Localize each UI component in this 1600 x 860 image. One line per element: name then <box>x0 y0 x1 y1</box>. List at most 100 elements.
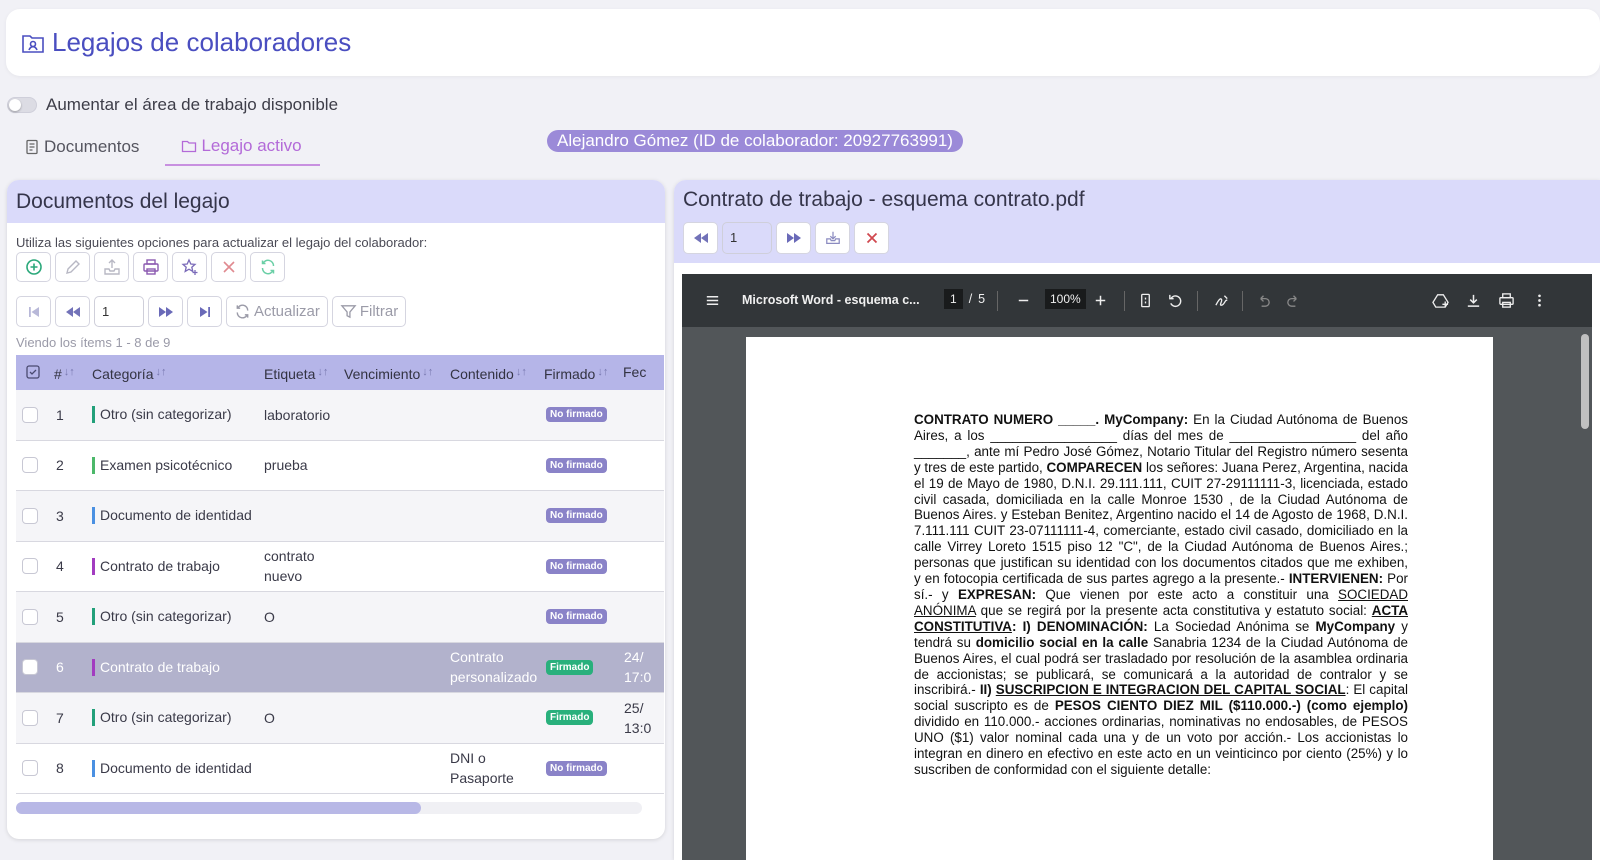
pdf-page-total: 5 <box>978 292 986 306</box>
pdf-vertical-scrollbar[interactable] <box>1581 334 1589 429</box>
row-category: Otro (sin categorizar) <box>92 608 231 626</box>
documents-table: # ↓↑ Categoría ↓↑ Etiqueta ↓↑ Vencimiento ↓↑… <box>16 355 664 794</box>
fit-page-icon[interactable] <box>1137 292 1154 309</box>
row-checkbox[interactable] <box>22 406 38 423</box>
row-category: Contrato de trabajo <box>92 658 220 676</box>
row-checkbox[interactable] <box>22 709 38 726</box>
col-signed-label: Firmado <box>544 366 596 382</box>
tab-legajo-activo[interactable]: Legajo activo <box>165 128 320 166</box>
menu-icon[interactable] <box>704 292 721 309</box>
sort-icon: ↓↑ <box>63 366 75 378</box>
tab-documentos[interactable]: Documentos <box>22 128 155 166</box>
table-row[interactable]: 1 Otro (sin categorizar) laboratorio No fir… <box>16 390 664 441</box>
more-vertical-icon[interactable] <box>1531 292 1548 309</box>
table-row[interactable]: 5 Otro (sin categorizar) O No firmado <box>16 592 664 643</box>
zoom-in-icon[interactable] <box>1092 292 1109 309</box>
download-icon[interactable] <box>1465 292 1482 309</box>
col-date[interactable]: Fec <box>623 355 646 390</box>
refresh-document-button[interactable] <box>250 252 285 282</box>
row-date: 24/ <box>624 649 644 666</box>
col-date-label: Fec <box>623 364 647 380</box>
next-page-button[interactable] <box>148 296 183 327</box>
sort-icon: ↓↑ <box>597 366 609 378</box>
row-content <box>450 693 544 743</box>
page-number-input[interactable]: 1 <box>94 296 144 327</box>
zoom-out-icon[interactable] <box>1015 292 1032 309</box>
edit-document-button[interactable] <box>55 252 90 282</box>
signed-status-badge: No firmado <box>546 508 607 524</box>
viewer-next-button[interactable] <box>776 222 811 254</box>
upload-document-button[interactable] <box>94 252 129 282</box>
page-title-text: Legajos de colaboradores <box>52 27 352 57</box>
pdf-viewer: Microsoft Word - esquema c... 1 / 5 100% <box>682 274 1592 860</box>
viewer-download-button[interactable] <box>815 222 850 254</box>
col-signed[interactable]: Firmado ↓↑ <box>544 355 608 390</box>
row-label: O <box>264 709 275 726</box>
refresh-table-label: Actualizar <box>254 303 320 320</box>
first-page-button[interactable] <box>16 296 51 327</box>
table-row[interactable]: 6 Contrato de trabajo Contrato personaliza… <box>16 642 664 693</box>
signed-status-badge: No firmado <box>546 609 607 625</box>
table-header: # ↓↑ Categoría ↓↑ Etiqueta ↓↑ Vencimiento ↓↑… <box>16 355 664 390</box>
row-number: 3 <box>56 507 64 524</box>
row-checkbox[interactable] <box>22 760 38 777</box>
col-number-label: # <box>54 366 62 382</box>
print-icon[interactable] <box>1498 292 1515 309</box>
pdf-zoom-level[interactable]: 100% <box>1045 289 1086 309</box>
viewer-toolbar: 1 <box>683 222 889 254</box>
row-checkbox[interactable] <box>22 659 38 676</box>
viewer-prev-button[interactable] <box>683 222 718 254</box>
col-category[interactable]: Categoría ↓↑ <box>92 355 166 390</box>
contract-text: CONTRATO NUMERO _____. MyCompany: En la … <box>914 412 1409 777</box>
document-viewer-panel: Contrato de trabajo - esquema contrato.p… <box>674 180 1600 860</box>
delete-document-button[interactable] <box>211 252 246 282</box>
redo-icon[interactable] <box>1285 292 1302 309</box>
toolbar-divider <box>997 291 998 311</box>
table-row[interactable]: 8 Documento de identidad DNI o Pasaporte No… <box>16 743 664 794</box>
table-horizontal-scrollbar[interactable] <box>16 802 642 814</box>
table-pager: 1 Actualizar Filtrar <box>16 296 407 327</box>
table-row[interactable]: 4 Contrato de trabajo contrato nuevo No fir… <box>16 541 664 592</box>
col-due-label: Vencimiento <box>344 366 421 382</box>
workspace-toggle-switch[interactable] <box>7 97 37 113</box>
filter-table-button[interactable]: Filtrar <box>331 296 407 327</box>
row-category: Otro (sin categorizar) <box>92 709 231 727</box>
pdf-page-input[interactable]: 1 <box>944 289 963 309</box>
undo-icon[interactable] <box>1255 292 1272 309</box>
row-content <box>450 390 544 440</box>
add-document-button[interactable] <box>16 252 51 282</box>
row-checkbox[interactable] <box>22 608 38 625</box>
folder-icon <box>182 140 197 153</box>
col-label[interactable]: Etiqueta ↓↑ <box>264 355 328 390</box>
last-page-button[interactable] <box>187 296 222 327</box>
scrollbar-thumb[interactable] <box>16 802 421 814</box>
sort-icon: ↓↑ <box>317 366 329 378</box>
add-to-drive-icon[interactable] <box>1432 292 1449 309</box>
pdf-page: CONTRATO NUMERO _____. MyCompany: En la … <box>746 337 1493 860</box>
row-category: Examen psicotécnico <box>92 456 232 474</box>
col-number[interactable]: # ↓↑ <box>54 355 75 390</box>
favorite-document-button[interactable] <box>172 252 207 282</box>
prev-page-button[interactable] <box>55 296 90 327</box>
col-content[interactable]: Contenido ↓↑ <box>450 355 527 390</box>
print-document-button[interactable] <box>133 252 168 282</box>
rotate-icon[interactable] <box>1167 292 1184 309</box>
viewer-page-input[interactable]: 1 <box>722 222 772 254</box>
select-all-checkbox[interactable] <box>26 355 40 390</box>
col-due[interactable]: Vencimiento ↓↑ <box>344 355 433 390</box>
annotate-icon[interactable] <box>1214 292 1231 309</box>
row-checkbox[interactable] <box>22 558 38 575</box>
table-row[interactable]: 3 Documento de identidad No firmado <box>16 491 664 542</box>
row-label: contrato nuevo <box>264 548 315 585</box>
refresh-table-button[interactable]: Actualizar <box>226 296 328 327</box>
row-checkbox[interactable] <box>22 457 38 474</box>
table-row[interactable]: 2 Examen psicotécnico prueba No firmado <box>16 440 664 491</box>
collaborator-badge: Alejandro Gómez (ID de colaborador: 2092… <box>547 130 963 152</box>
table-row[interactable]: 7 Otro (sin categorizar) O Firmado 25/13:0 <box>16 693 664 744</box>
viewer-close-button[interactable] <box>854 222 889 254</box>
row-checkbox[interactable] <box>22 507 38 524</box>
toolbar-divider <box>1197 291 1198 311</box>
col-category-label: Categoría <box>92 366 154 382</box>
col-label-label: Etiqueta <box>264 366 316 382</box>
row-content <box>450 592 544 642</box>
